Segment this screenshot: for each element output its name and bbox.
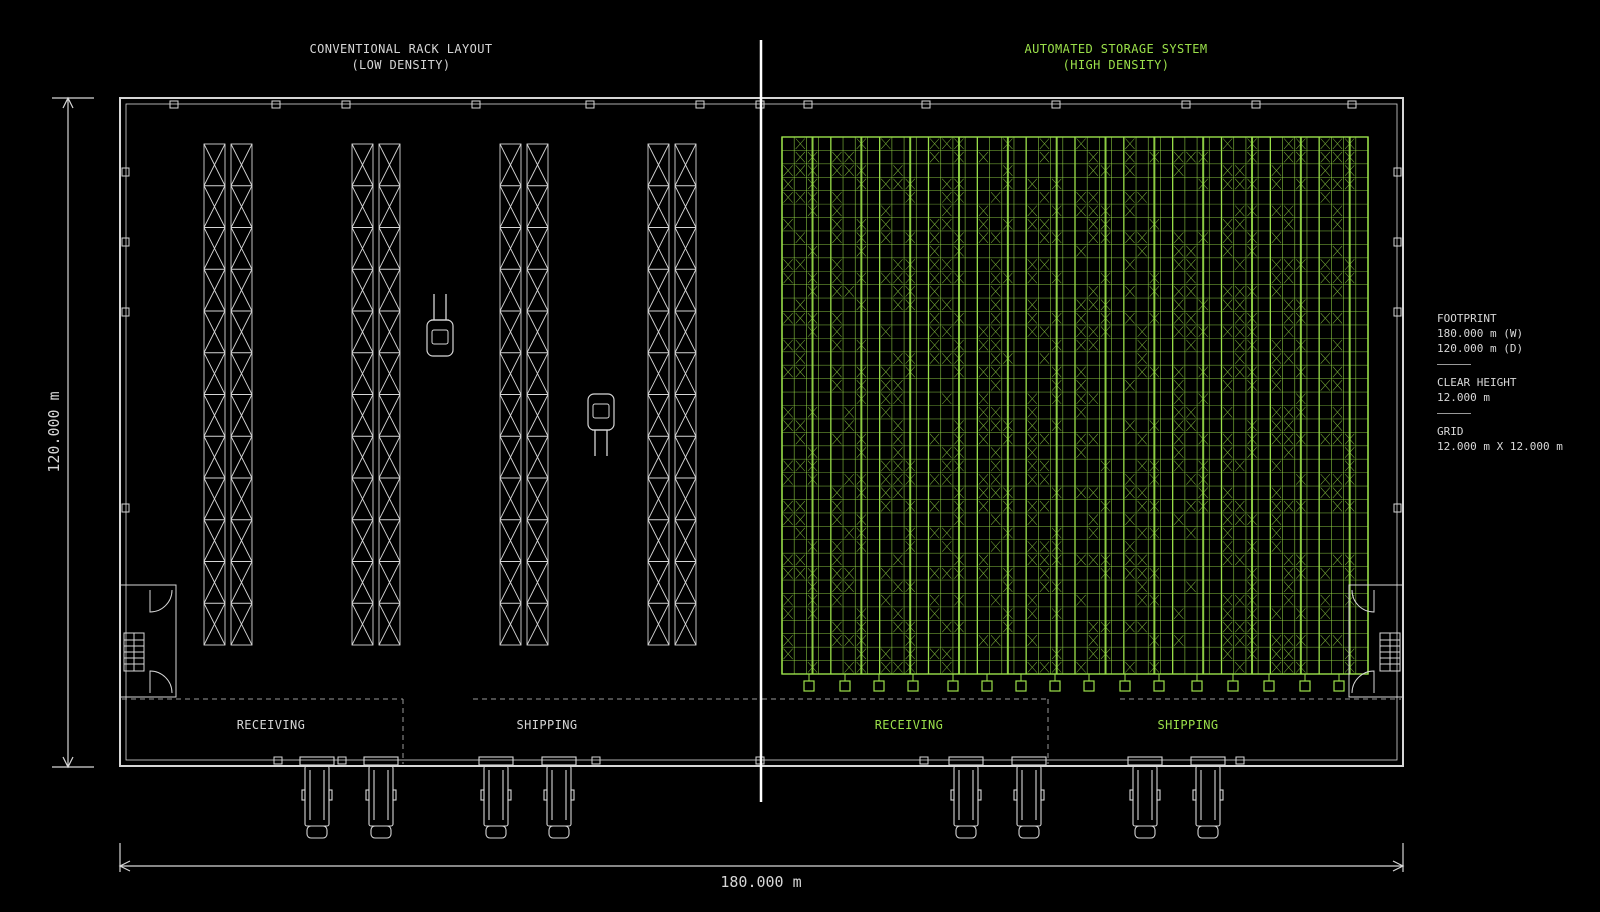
column-marker [271,100,281,109]
port-station [839,680,851,692]
rack-row [230,143,253,646]
asrs-ports [803,674,1345,692]
column-marker [695,100,705,109]
conventional-racks [203,143,697,646]
right-stair-core [1348,584,1404,698]
port-station [1191,680,1203,692]
door-swing-icon [149,670,173,694]
warehouse-plan-drawing: 120.000 m 180.000 m CONVENTIONAL RACK LA… [45,40,1405,891]
port-station [1227,680,1239,692]
column-marker [1235,756,1245,765]
rack-row [351,143,374,646]
column-marker [341,100,351,109]
truck-icon [478,756,514,839]
rack-row [203,143,226,646]
left-stair-core [119,584,177,698]
truck-docks [299,756,1226,839]
clear-height-block: CLEAR HEIGHT 12.000 m [1437,375,1597,405]
column-marker [921,100,931,109]
port-station [803,680,815,692]
column-marker [121,237,130,247]
column-marker [1181,100,1191,109]
column-marker [273,756,283,765]
left-forklift-1 [426,294,454,357]
port-station [1083,680,1095,692]
right-section-title: AUTOMATED STORAGE SYSTEM [1025,42,1208,56]
column-marker [121,167,130,177]
width-dimension-label: 180.000 m [720,873,801,891]
right-shipping-label: SHIPPING [1158,718,1219,732]
truck-icon [1011,756,1047,839]
clear-height-label: CLEAR HEIGHT [1437,376,1517,389]
left-section-subtitle: (LOW DENSITY) [351,58,450,72]
port-station [981,680,993,692]
column-marker [471,100,481,109]
port-station [1153,680,1165,692]
truck-icon [541,756,577,839]
left-dock-zones [122,698,760,764]
left-section-title: CONVENTIONAL RACK LAYOUT [310,42,493,56]
port-station [1015,680,1027,692]
truck-icon [363,756,399,839]
door-swing-icon [149,589,173,613]
column-marker [1393,503,1402,513]
column-marker [1251,100,1261,109]
column-marker [169,100,179,109]
left-shipping-label: SHIPPING [517,718,578,732]
spec-divider [1437,364,1471,365]
port-station [1333,680,1345,692]
forklift-icon [587,393,615,456]
column-marker [1393,307,1402,317]
depth-dimension-label: 120.000 m [45,391,63,472]
truck-icon [948,756,984,839]
port-station [1263,680,1275,692]
port-station [1049,680,1061,692]
grid-label: GRID [1437,425,1464,438]
spec-divider [1437,413,1471,414]
port-station [873,680,885,692]
clear-height-value: 12.000 m [1437,391,1490,404]
port-station [1119,680,1131,692]
rack-row [378,143,401,646]
width-dimension [118,843,1405,872]
column-marker [1051,100,1061,109]
port-station [907,680,919,692]
column-marker [1347,100,1357,109]
column-marker [591,756,601,765]
forklift-icon [426,294,454,357]
footprint-label: FOOTPRINT [1437,312,1497,325]
truck-icon [299,756,335,839]
column-marker [337,756,347,765]
rack-row [674,143,697,646]
footprint-block: FOOTPRINT 180.000 m (W) 120.000 m (D) [1437,311,1597,356]
column-marker [803,100,813,109]
right-section-subtitle: (HIGH DENSITY) [1063,58,1170,72]
spec-panel: FOOTPRINT 180.000 m (W) 120.000 m (D) CL… [1437,311,1597,454]
footprint-depth: 120.000 m (D) [1437,342,1524,355]
rack-row [499,143,522,646]
port-station [947,680,959,692]
column-marker [919,756,929,765]
grid-block: GRID 12.000 m X 12.000 m [1437,424,1597,454]
footprint-width: 180.000 m (W) [1437,327,1524,340]
truck-icon [1190,756,1226,839]
automated-storage-grid [781,136,1369,675]
left-forklift-2 [587,393,615,456]
column-marker [121,503,130,513]
right-receiving-label: RECEIVING [875,718,944,732]
grid-value: 12.000 m X 12.000 m [1437,440,1563,453]
column-marker [1393,237,1402,247]
column-marker [121,307,130,317]
right-dock-zones [762,698,1401,764]
stair-icon [123,632,145,672]
column-marker [585,100,595,109]
port-station [1299,680,1311,692]
rack-row [526,143,549,646]
truck-icon [1127,756,1163,839]
rack-row [647,143,670,646]
column-marker [1393,167,1402,177]
left-receiving-label: RECEIVING [237,718,306,732]
